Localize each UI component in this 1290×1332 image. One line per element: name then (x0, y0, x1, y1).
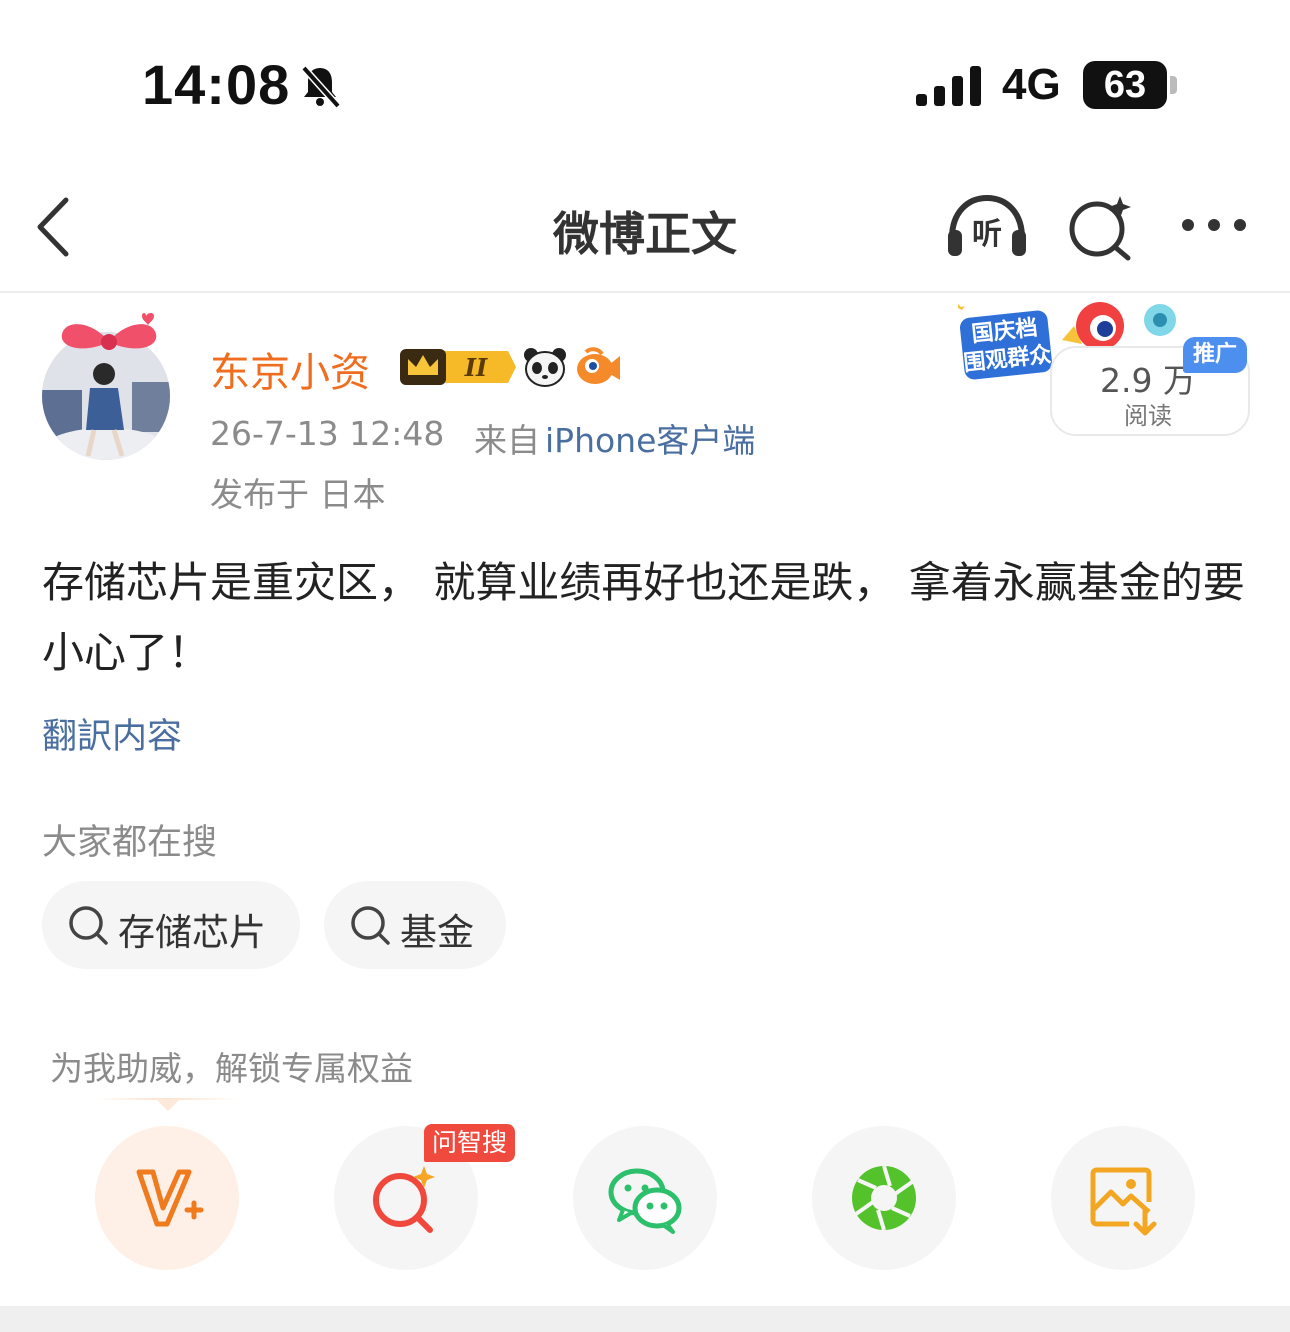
bell-muted-icon (301, 65, 341, 109)
moments-icon (852, 1165, 916, 1231)
post-text: 存储芯片是重灾区， 就算业绩再好也还是跌， 拿着永赢基金的要小心了！ (42, 558, 1245, 677)
wechat-icon (608, 1168, 682, 1234)
nav-divider (0, 291, 1290, 293)
listen-button[interactable]: 听 (944, 192, 1030, 260)
listen-label: 听 (972, 217, 1002, 252)
battery-cap (1170, 76, 1177, 94)
moments-share-button[interactable] (812, 1126, 956, 1270)
signal-icon (916, 66, 981, 106)
battery-level: 63 (1103, 64, 1147, 106)
crown-level: II (464, 353, 488, 382)
post-location: 发布于 日本 (210, 475, 386, 514)
post-source-prefix: 来自 (474, 421, 540, 460)
save-image-icon (1090, 1167, 1157, 1236)
wechat-share-button[interactable] (573, 1126, 717, 1270)
translate-link[interactable]: 翻訳内容 (42, 708, 182, 759)
ad-tag: 推广 (1183, 337, 1247, 373)
battery-icon: 63 (1083, 61, 1167, 109)
support-title: 为我助威，解锁专属权益 (50, 1049, 413, 1088)
hot-search-chip-label: 存储芯片 (118, 911, 266, 954)
author-name[interactable]: 东京小资 (210, 340, 370, 398)
v-plus-button[interactable] (95, 1126, 239, 1270)
listen-icon: 听 (948, 194, 1026, 256)
pointer-arrow (156, 1099, 180, 1111)
status-time: 14:08 (142, 53, 291, 116)
post-source-link[interactable]: iPhone客户端 (545, 414, 755, 462)
ai-search-icon[interactable] (1066, 192, 1136, 262)
panda-badge-icon (524, 348, 566, 387)
hot-search-chip-label: 基金 (400, 911, 474, 954)
search-icon (351, 906, 390, 945)
ask-tag: 问智搜 (424, 1124, 516, 1162)
network-type: 4G (1002, 60, 1061, 109)
save-image-button[interactable] (1051, 1126, 1195, 1270)
bottom-bar (0, 1306, 1290, 1332)
v-plus-icon (136, 1169, 204, 1227)
fish-badge-icon (577, 347, 620, 384)
read-count-label: 阅读 (1124, 402, 1172, 430)
post-time: 26-7-13 12:48 (210, 414, 445, 453)
hot-search-title: 大家都在搜 (42, 823, 218, 863)
search-icon (69, 906, 108, 945)
more-icon[interactable] (1178, 210, 1250, 240)
bow-decoration (61, 313, 157, 350)
ai-search-icon (373, 1166, 435, 1233)
crown-badge-icon[interactable]: II (398, 345, 516, 389)
